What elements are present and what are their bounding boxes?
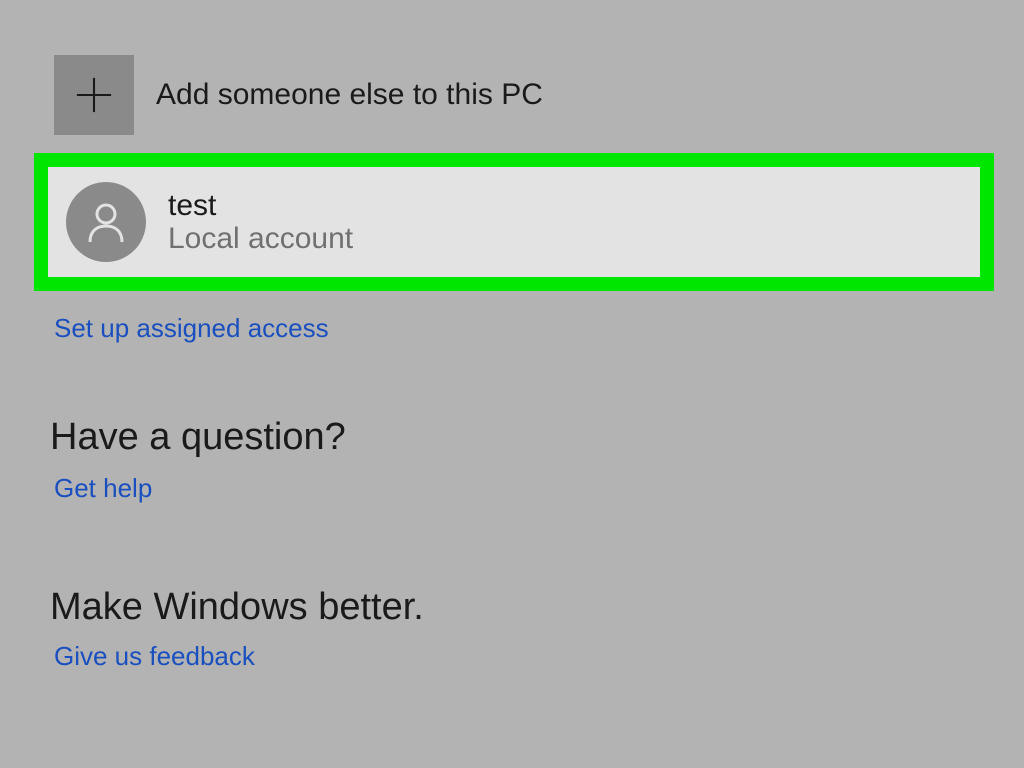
add-user-row[interactable]: Add someone else to this PC (0, 0, 1024, 135)
user-info: test Local account (168, 189, 353, 255)
give-feedback-link[interactable]: Give us feedback (54, 641, 1024, 672)
user-account-row[interactable]: test Local account (48, 167, 980, 277)
question-heading: Have a question? (50, 416, 1024, 459)
selected-user-highlight: test Local account (34, 153, 994, 291)
user-avatar (66, 182, 146, 262)
person-icon (84, 200, 128, 244)
user-account-type: Local account (168, 222, 353, 255)
feedback-heading: Make Windows better. (50, 586, 1024, 629)
get-help-link[interactable]: Get help (54, 473, 1024, 504)
add-user-icon-box[interactable] (54, 55, 134, 135)
assigned-access-link[interactable]: Set up assigned access (54, 313, 1024, 344)
user-name: test (168, 189, 353, 222)
plus-icon (75, 76, 113, 114)
add-user-label: Add someone else to this PC (156, 78, 543, 112)
